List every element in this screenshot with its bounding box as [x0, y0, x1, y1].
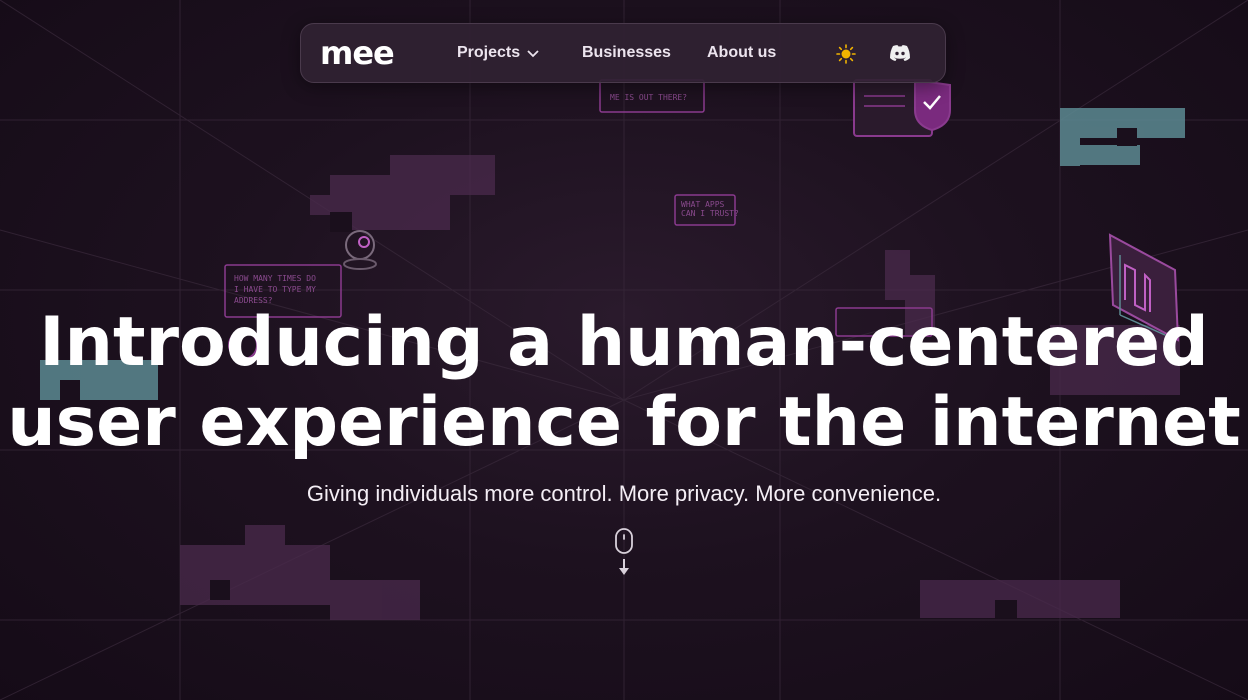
main-navbar: mee Projects Businesses About us: [300, 23, 946, 83]
svg-text:WHAT APPS: WHAT APPS: [681, 200, 725, 209]
svg-text:HOW MANY TIMES DO: HOW MANY TIMES DO: [234, 274, 316, 283]
nav-projects[interactable]: Projects: [457, 44, 540, 62]
nav-about-us[interactable]: About us: [707, 44, 776, 62]
hero-title-line-1: Introducing a human-centered: [39, 303, 1209, 382]
hero-title-line-2: user experience for the internet: [7, 383, 1241, 462]
svg-text:CAN I TRUST?: CAN I TRUST?: [681, 209, 739, 218]
bubble-text-1: ME IS OUT THERE?: [610, 93, 687, 102]
nav-projects-label: Projects: [457, 44, 521, 61]
hero-subtitle: Giving individuals more control. More pr…: [306, 481, 942, 506]
chevron-down-icon: [527, 50, 539, 58]
discord-icon[interactable]: [889, 43, 911, 63]
arrow-down-icon[interactable]: [617, 558, 631, 576]
hero-title: Introducing a human-centered user experi…: [0, 303, 1248, 463]
sun-icon[interactable]: [836, 44, 856, 64]
mouse-icon[interactable]: [614, 527, 634, 555]
mee-logo[interactable]: mee: [320, 34, 395, 72]
nav-businesses[interactable]: Businesses: [582, 44, 671, 62]
svg-text:I HAVE TO TYPE MY: I HAVE TO TYPE MY: [234, 285, 316, 294]
